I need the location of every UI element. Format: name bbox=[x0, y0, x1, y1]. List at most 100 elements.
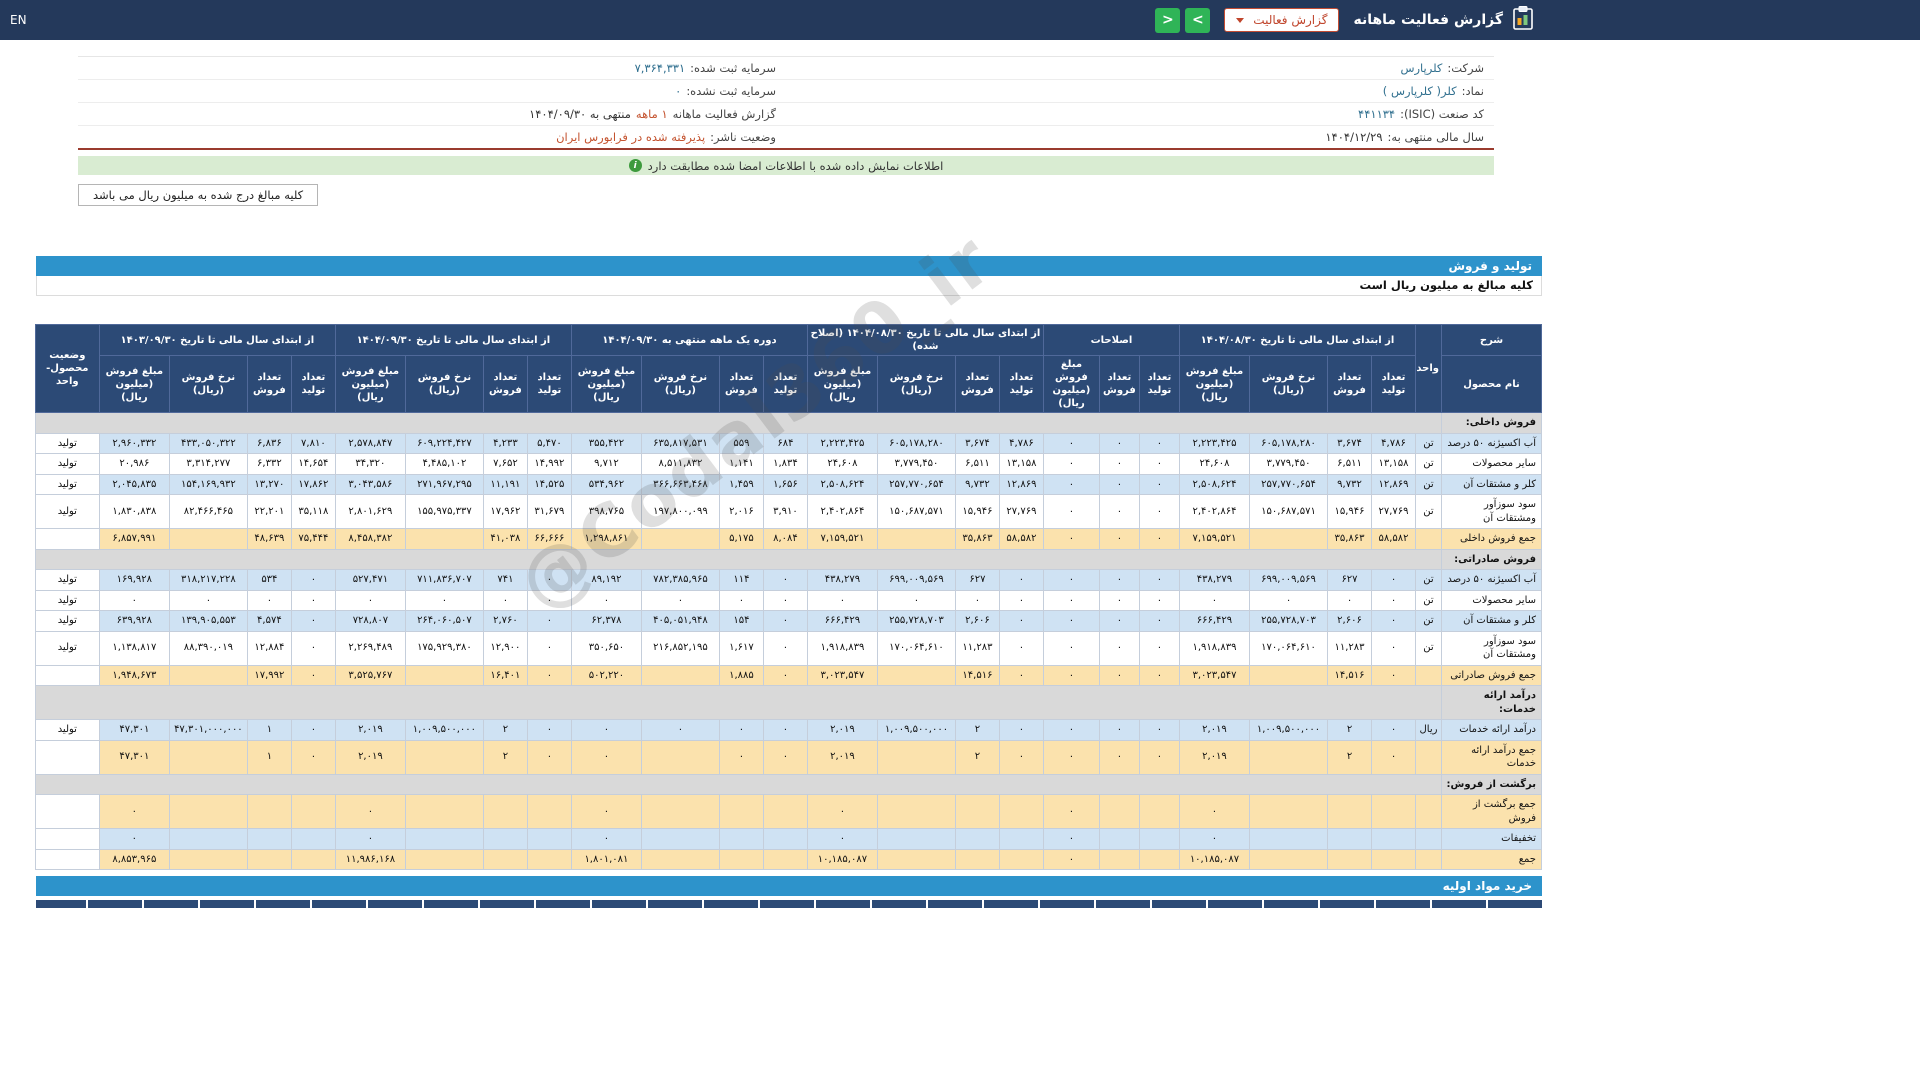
status-cell: تولید bbox=[34, 473, 100, 495]
production-sales-table: شرح واحد از ابتدای سال مالی تا تاریخ ۱۴۰۴/… bbox=[34, 324, 1542, 870]
report-type-dropdown[interactable]: گزارش فعالیت bbox=[1224, 8, 1340, 32]
symbol-link[interactable]: کلر( کلرپارس ) bbox=[1383, 84, 1457, 98]
value-cell: ۸,۸۵۳,۹۶۵ bbox=[98, 848, 170, 870]
value-cell: ۰ bbox=[1098, 610, 1140, 632]
raw-materials-bar: خرید مواد اولیه bbox=[36, 876, 1542, 896]
value-cell: ۹,۷۳۲ bbox=[1327, 473, 1372, 495]
value-cell: ۲۱۶,۸۵۲,۱۹۵ bbox=[640, 630, 720, 666]
value-cell: ۲,۰۴۵,۸۳۵ bbox=[98, 473, 170, 495]
col-group-header-4: از ابتدای سال مالی تا تاریخ ۱۴۰۴/۰۹/۳۰ bbox=[334, 324, 572, 356]
value-cell: ۰ bbox=[1098, 473, 1140, 495]
value-cell: ۰ bbox=[1098, 630, 1140, 666]
value-cell bbox=[954, 794, 1000, 829]
row-label: کلر و مشتقات آن bbox=[1441, 610, 1542, 632]
value-cell: ۰ bbox=[1138, 569, 1180, 591]
section-row: فروش صادراتی: bbox=[34, 548, 1542, 570]
value-cell: ۷,۶۵۲ bbox=[482, 453, 528, 475]
value-cell: ۱۷۵,۹۲۹,۳۸۰ bbox=[404, 630, 484, 666]
value-cell: ۰ bbox=[718, 589, 764, 611]
value-cell bbox=[954, 828, 1000, 850]
value-cell: ۰ bbox=[998, 589, 1044, 611]
value-cell: ۱,۸۸۵ bbox=[718, 664, 764, 686]
status-cell: تولید bbox=[34, 719, 100, 741]
fiscal-year-label: سال مالی منتهی به: bbox=[1387, 130, 1484, 144]
value-cell bbox=[998, 848, 1044, 870]
value-cell bbox=[1249, 664, 1328, 686]
symbol-field: نماد: کلر( کلرپارس ) bbox=[786, 80, 1494, 102]
value-cell: ۰ bbox=[1098, 719, 1140, 741]
col-group-header-5: از ابتدای سال مالی تا تاریخ ۱۴۰۳/۰۹/۳۰ bbox=[98, 324, 336, 356]
value-cell: ۰ bbox=[1138, 494, 1180, 529]
value-cell: ۲,۷۶۰ bbox=[482, 610, 528, 632]
value-cell: ۰ bbox=[1042, 473, 1100, 495]
nav-back-button[interactable]: < bbox=[1155, 7, 1181, 33]
value-cell: ۰ bbox=[290, 630, 336, 666]
value-cell: ۲,۰۱۹ bbox=[806, 719, 878, 741]
unit-cell: تن bbox=[1415, 453, 1442, 475]
status-cell bbox=[34, 739, 100, 775]
value-cell: ۱۳,۱۵۸ bbox=[1371, 453, 1416, 475]
company-link[interactable]: کلرپارس bbox=[1400, 61, 1442, 75]
value-cell: ۰ bbox=[334, 589, 406, 611]
value-cell: ۰ bbox=[1138, 664, 1180, 686]
value-cell: ۰ bbox=[1249, 589, 1328, 611]
company-field: شرکت: کلرپارس bbox=[786, 57, 1494, 79]
table-row: جمع فروش صادراتی ۰ ۱۴,۵۱۶ ۳,۰۲۳,۵۴۷ ۰ ۰ ۰ ۰ ۱۴,۵… bbox=[34, 664, 1542, 686]
value-cell: ۳۹۸,۷۶۵ bbox=[570, 494, 642, 529]
value-cell: ۲,۴۰۲,۸۶۴ bbox=[806, 494, 878, 529]
value-cell: ۲۷۱,۹۶۷,۲۹۵ bbox=[404, 473, 484, 495]
value-cell: ۱۶,۴۰۱ bbox=[482, 664, 528, 686]
value-cell: ۰ bbox=[290, 739, 336, 775]
value-cell: ۱۹۷,۸۰۰,۰۹۹ bbox=[640, 494, 720, 529]
status-cell bbox=[34, 794, 100, 829]
page-content: شرکت: کلرپارس سرمایه ثبت شده: ۷,۳۶۴,۳۳۱ … bbox=[30, 40, 1542, 908]
value-cell bbox=[998, 794, 1044, 829]
value-cell bbox=[290, 828, 336, 850]
value-cell bbox=[482, 828, 528, 850]
value-cell bbox=[1371, 828, 1416, 850]
value-cell: ۰ bbox=[718, 719, 764, 741]
value-cell: ۴۸,۶۳۹ bbox=[246, 528, 292, 550]
unregistered-capital-value: ۰ bbox=[675, 84, 682, 98]
value-cell: ۴۷,۳۰۱ bbox=[98, 739, 170, 775]
value-cell bbox=[404, 664, 484, 686]
value-cell: ۰ bbox=[570, 739, 642, 775]
language-toggle[interactable]: EN bbox=[10, 13, 27, 27]
value-cell bbox=[1249, 794, 1328, 829]
status-cell: تولید bbox=[34, 630, 100, 666]
col-header-rate-2: نرخ فروش (ریال) bbox=[876, 355, 956, 413]
value-cell: ۰ bbox=[290, 664, 336, 686]
value-cell: ۴,۵۷۴ bbox=[246, 610, 292, 632]
section-label: فروش داخلی: bbox=[1441, 412, 1542, 434]
nav-forward-button[interactable]: > bbox=[1185, 7, 1211, 33]
value-cell: ۲۶۴,۰۶۰,۵۰۷ bbox=[404, 610, 484, 632]
value-cell: ۰ bbox=[1178, 828, 1251, 850]
value-cell bbox=[1138, 848, 1180, 870]
value-cell bbox=[168, 794, 248, 829]
value-cell bbox=[718, 848, 764, 870]
table-row: سایر محصولات تن ۰ ۰ ۰ ۰ ۰ ۰ ۰ ۰ ۰ ۰ ۰ ۰ ۰ ۰ ۰ ۰ ۰ ۰ ۰ ۰ ۰ ۰ ۰ تول… bbox=[34, 589, 1542, 611]
value-cell: ۴۳۸,۲۷۹ bbox=[1178, 569, 1251, 591]
topbar: گزارش فعالیت ماهانه گزارش فعالیت > < EN bbox=[0, 0, 1920, 40]
col-header-qty_sold-0: تعداد فروش bbox=[1327, 355, 1372, 413]
value-cell: ۰ bbox=[290, 589, 336, 611]
value-cell: ۸۲,۴۶۶,۴۶۵ bbox=[168, 494, 248, 529]
status-cell: تولید bbox=[34, 453, 100, 475]
value-cell bbox=[876, 828, 956, 850]
col-header-qty_sold-5: تعداد فروش bbox=[246, 355, 292, 413]
value-cell: ۱۵,۹۴۶ bbox=[954, 494, 1000, 529]
value-cell bbox=[762, 828, 808, 850]
value-cell: ۰ bbox=[762, 589, 808, 611]
value-cell: ۶,۸۳۶ bbox=[246, 432, 292, 454]
table-row: جمع درآمد ارائه خدمات ۰ ۲ ۲,۰۱۹ ۰ ۰ ۰ ۰ ۲ ۲,۰۱۹ ۰ ۰… bbox=[34, 739, 1542, 775]
status-cell bbox=[34, 664, 100, 686]
value-cell: ۰ bbox=[1371, 739, 1416, 775]
value-cell: ۶۶۶,۴۲۹ bbox=[806, 610, 878, 632]
value-cell bbox=[1098, 794, 1140, 829]
value-cell: ۰ bbox=[1138, 610, 1180, 632]
value-cell: ۴,۲۳۳ bbox=[482, 432, 528, 454]
value-cell: ۰ bbox=[1098, 494, 1140, 529]
value-cell: ۱,۹۱۸,۸۳۹ bbox=[806, 630, 878, 666]
value-cell: ۲,۲۲۳,۴۲۵ bbox=[1178, 432, 1251, 454]
value-cell: ۵۸,۵۸۲ bbox=[998, 528, 1044, 550]
